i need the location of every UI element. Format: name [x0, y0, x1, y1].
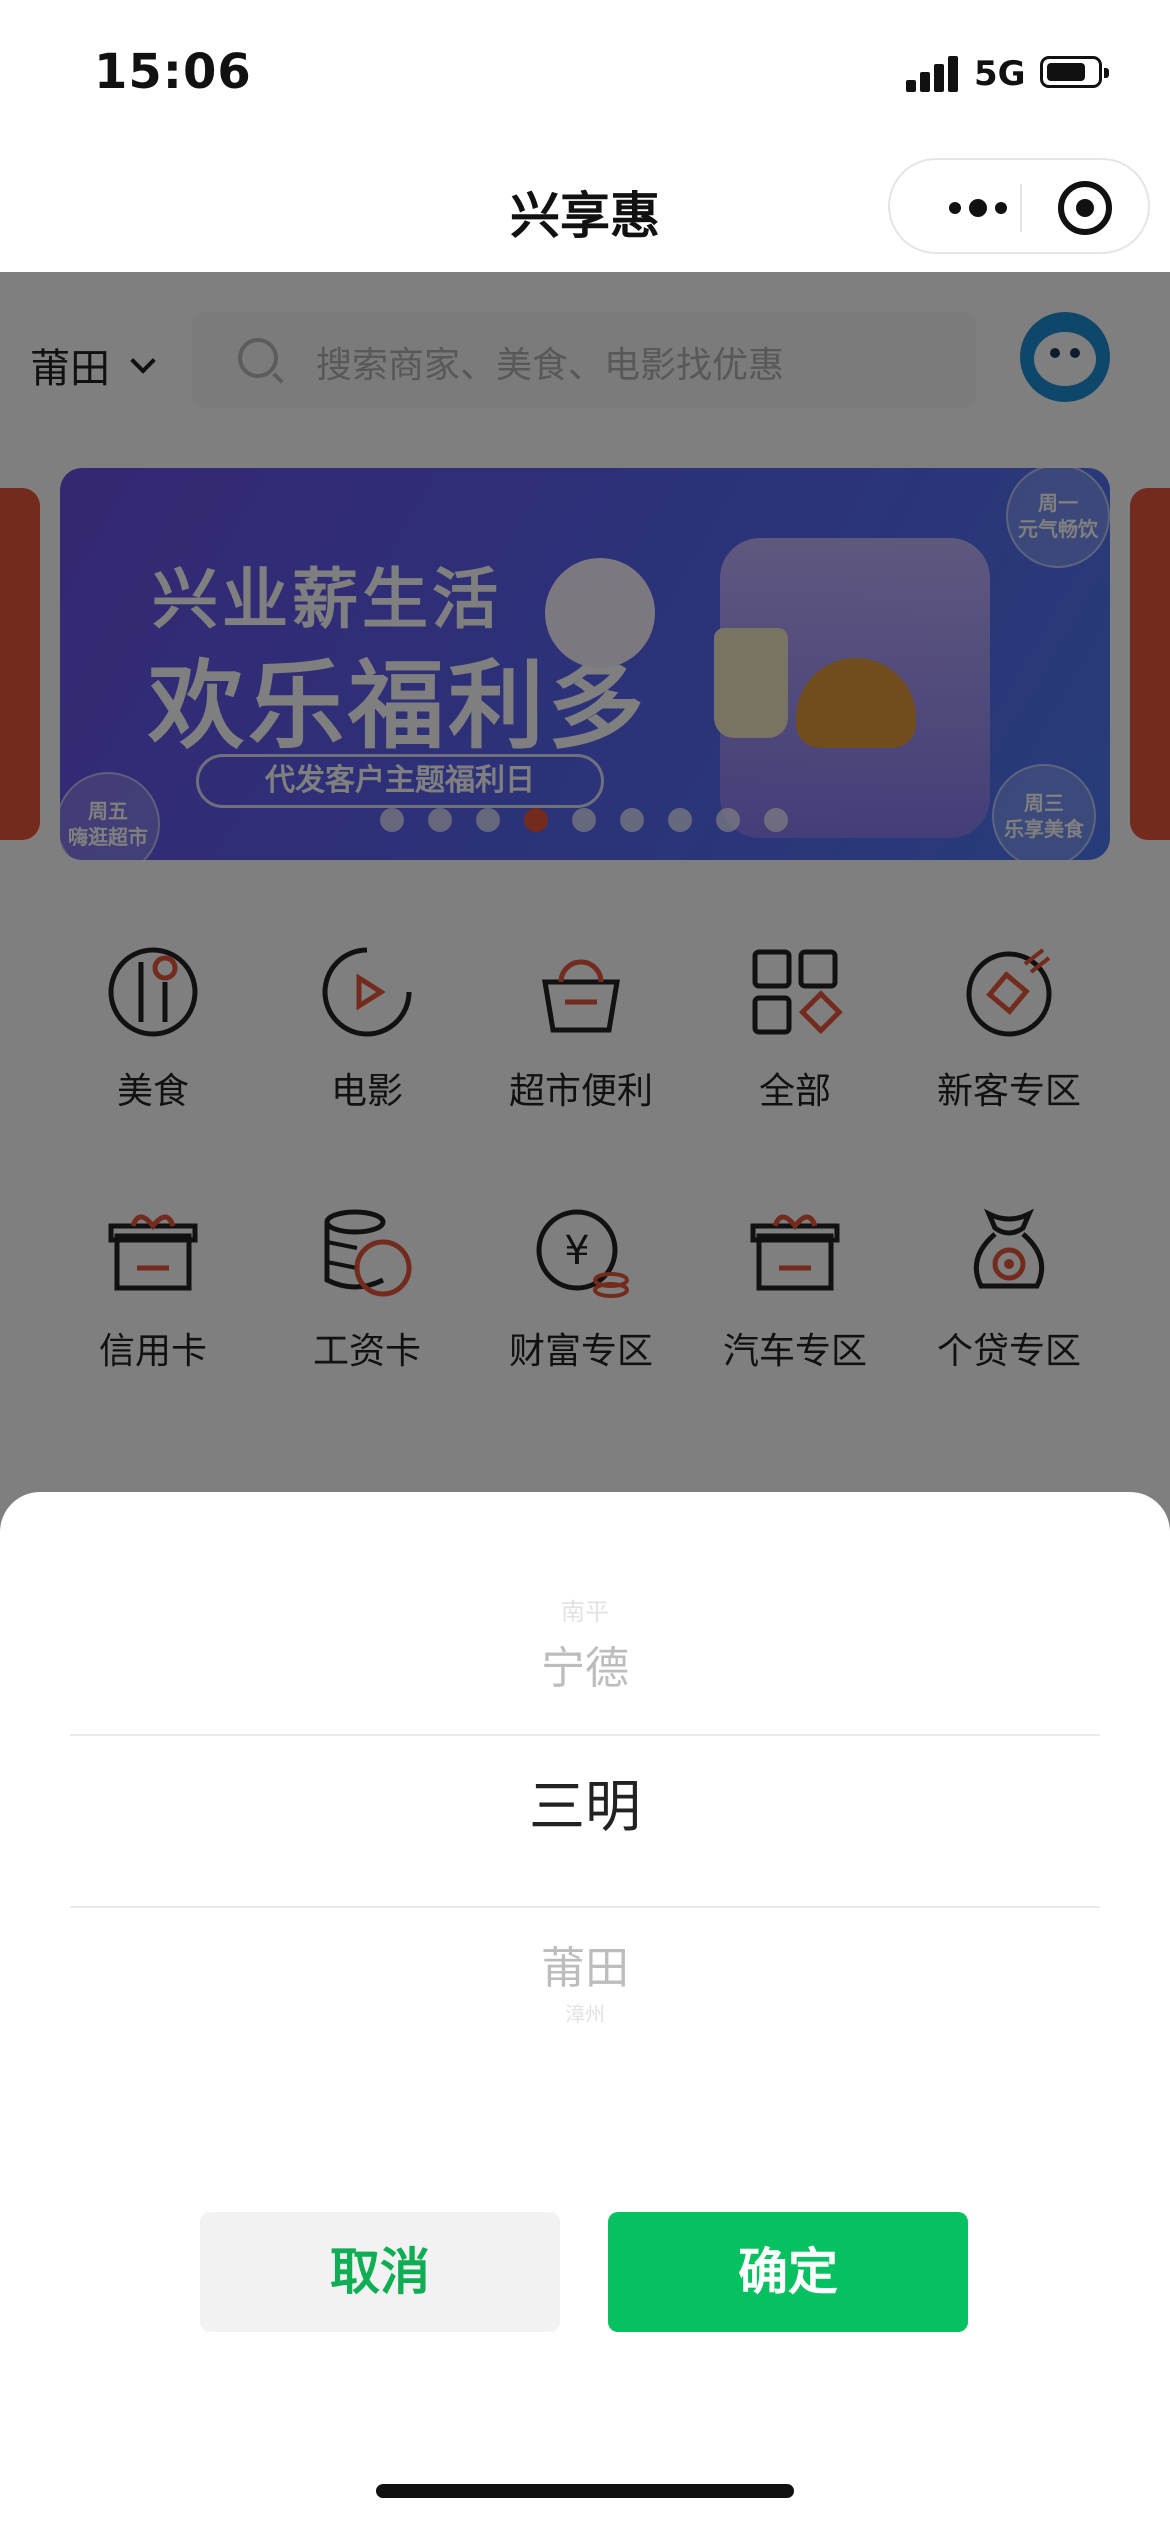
- status-time: 15:06: [94, 44, 252, 100]
- more-icon[interactable]: [928, 190, 1028, 226]
- battery-icon: [1040, 56, 1109, 88]
- city-picker-wheel[interactable]: 南平 宁德 三明 莆田 漳州: [70, 1592, 1100, 2026]
- miniprogram-capsule: [888, 158, 1150, 254]
- close-target-icon[interactable]: [1058, 181, 1112, 235]
- city-picker-sheet: 南平 宁德 三明 莆田 漳州 取消 确定: [0, 1492, 1170, 2532]
- confirm-button[interactable]: 确定: [608, 2212, 968, 2332]
- picker-top-line: [70, 1734, 1100, 1736]
- nav-bar: 兴享惠: [0, 140, 1170, 272]
- picker-item-faint-bottom[interactable]: 漳州: [70, 1998, 1100, 2027]
- picker-bottom-line: [70, 1906, 1100, 1908]
- status-bar: 15:06 5G: [0, 0, 1170, 140]
- home-indicator: [376, 2484, 794, 2498]
- picker-item-prev[interactable]: 宁德: [70, 1632, 1100, 1696]
- network-type: 5G: [974, 54, 1026, 94]
- capsule-divider: [1020, 184, 1022, 232]
- signal-icon: [906, 56, 960, 92]
- picker-item-selected[interactable]: 三明: [70, 1762, 1100, 1843]
- picker-item-faint[interactable]: 南平: [70, 1592, 1100, 1627]
- cancel-button[interactable]: 取消: [200, 2212, 560, 2332]
- picker-item-next[interactable]: 莆田: [70, 1932, 1100, 1996]
